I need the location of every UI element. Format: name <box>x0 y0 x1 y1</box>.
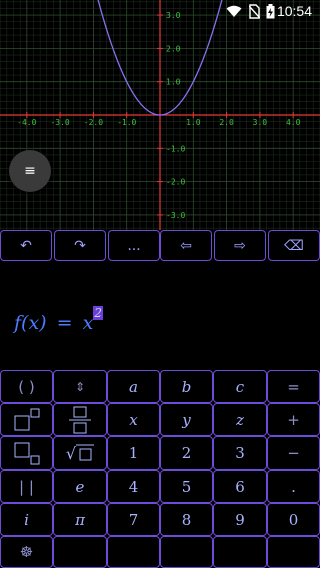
more-label: ... <box>127 237 141 254</box>
key-empty-3[interactable] <box>160 536 213 568</box>
key-y[interactable]: y <box>160 403 213 436</box>
subscript-icon <box>14 442 39 465</box>
key-e[interactable]: e <box>53 470 107 503</box>
formula-base: x <box>82 312 94 334</box>
status-bar: 10:54 <box>0 0 320 24</box>
key-abs[interactable]: | | <box>0 470 53 503</box>
menu-fab-button[interactable]: ≡ <box>9 150 51 192</box>
menu-icon: ≡ <box>24 163 36 179</box>
x-tick-label: 2.0 <box>219 118 234 127</box>
redo-icon: ↷ <box>74 237 86 254</box>
key-c[interactable]: c <box>213 370 267 403</box>
undo-button[interactable]: ↶ <box>0 230 52 261</box>
y-tick-label: 1.0 <box>166 78 181 87</box>
key-dot[interactable]: . <box>267 470 320 503</box>
key-subscript[interactable] <box>0 436 53 470</box>
graph-canvas[interactable]: -4.0 -3.0 -2.0 -1.0 1.0 2.0 3.0 4.03.02.01.0-1.… <box>0 0 320 249</box>
formula-equals: = <box>56 312 73 334</box>
y-tick-label: 2.0 <box>166 44 181 53</box>
more-button[interactable]: ... <box>108 230 160 261</box>
key-minus[interactable]: − <box>267 436 320 470</box>
cursor-right-button[interactable]: ⇨ <box>214 230 266 261</box>
key-4[interactable]: 4 <box>107 470 160 503</box>
key-0[interactable]: 0 <box>267 503 320 536</box>
key-2[interactable]: 2 <box>160 436 213 470</box>
key-7[interactable]: 7 <box>107 503 160 536</box>
swap-icon: ⇕ <box>74 379 86 394</box>
key-a[interactable]: a <box>107 370 160 403</box>
key-fraction[interactable] <box>53 403 107 436</box>
settings-wheel-icon: ☸ <box>19 543 34 561</box>
backspace-button[interactable]: ⌫ <box>268 230 320 261</box>
backspace-icon: ⌫ <box>284 237 304 254</box>
battery-charging-icon <box>266 4 275 19</box>
key-parentheses[interactable]: ( ) <box>0 370 53 403</box>
x-tick-label: 1.0 <box>186 118 201 127</box>
key-9[interactable]: 9 <box>213 503 267 536</box>
x-tick-label: 4.0 <box>286 118 301 127</box>
arrow-left-icon: ⇦ <box>180 237 192 254</box>
formula-editor[interactable]: f(x) = x2 <box>0 262 320 369</box>
graph-view[interactable]: -4.0 -3.0 -2.0 -1.0 1.0 2.0 3.0 4.0 3.0 2.0 1.0 -1.… <box>0 0 320 249</box>
no-sim-icon <box>249 4 260 19</box>
formula-display[interactable]: f(x) = x2 <box>14 306 103 334</box>
key-3[interactable]: 3 <box>213 436 267 470</box>
x-tick-label: -3.0 <box>50 118 69 127</box>
fraction-icon <box>69 406 91 433</box>
key-z[interactable]: z <box>213 403 267 436</box>
key-settings[interactable]: ☸ <box>0 536 53 568</box>
key-empty-4[interactable] <box>213 536 267 568</box>
key-empty-5[interactable] <box>267 536 320 568</box>
key-empty-1[interactable] <box>53 536 107 568</box>
redo-button[interactable]: ↷ <box>54 230 106 261</box>
y-tick-label: -1.0 <box>166 144 185 153</box>
x-tick-label: -2.0 <box>84 118 103 127</box>
status-time: 10:54 <box>276 3 312 19</box>
x-tick-label: -4.0 <box>17 118 36 127</box>
x-tick-label: 3.0 <box>253 118 268 127</box>
key-6[interactable]: 6 <box>213 470 267 503</box>
key-equals[interactable]: = <box>267 370 320 403</box>
key-x[interactable]: x <box>107 403 160 436</box>
key-b[interactable]: b <box>160 370 213 403</box>
key-sqrt[interactable]: √ <box>53 436 107 470</box>
cursor-left-button[interactable]: ⇦ <box>160 230 212 261</box>
key-pi[interactable]: π <box>53 503 107 536</box>
key-plus[interactable]: + <box>267 403 320 436</box>
key-swap[interactable]: ⇕ <box>53 370 107 403</box>
superscript-icon <box>14 408 39 430</box>
key-i[interactable]: i <box>0 503 53 536</box>
key-1[interactable]: 1 <box>107 436 160 470</box>
undo-icon: ↶ <box>20 237 32 254</box>
y-tick-label: -3.0 <box>166 211 185 220</box>
y-tick-label: -2.0 <box>166 178 185 187</box>
wifi-icon <box>226 5 242 17</box>
sqrt-box-icon <box>76 444 95 461</box>
key-8[interactable]: 8 <box>160 503 213 536</box>
x-tick-label: -1.0 <box>117 118 136 127</box>
edit-toolbar: ↶ ↷ ... ⇦ ⇨ ⌫ <box>0 230 320 262</box>
sqrt-icon: √ <box>65 443 77 463</box>
formula-exponent-cursor[interactable]: 2 <box>93 306 103 320</box>
arrow-right-icon: ⇨ <box>234 237 246 254</box>
key-empty-2[interactable] <box>107 536 160 568</box>
key-superscript[interactable] <box>0 403 53 436</box>
key-5[interactable]: 5 <box>160 470 213 503</box>
formula-lhs: f(x) <box>14 312 47 334</box>
